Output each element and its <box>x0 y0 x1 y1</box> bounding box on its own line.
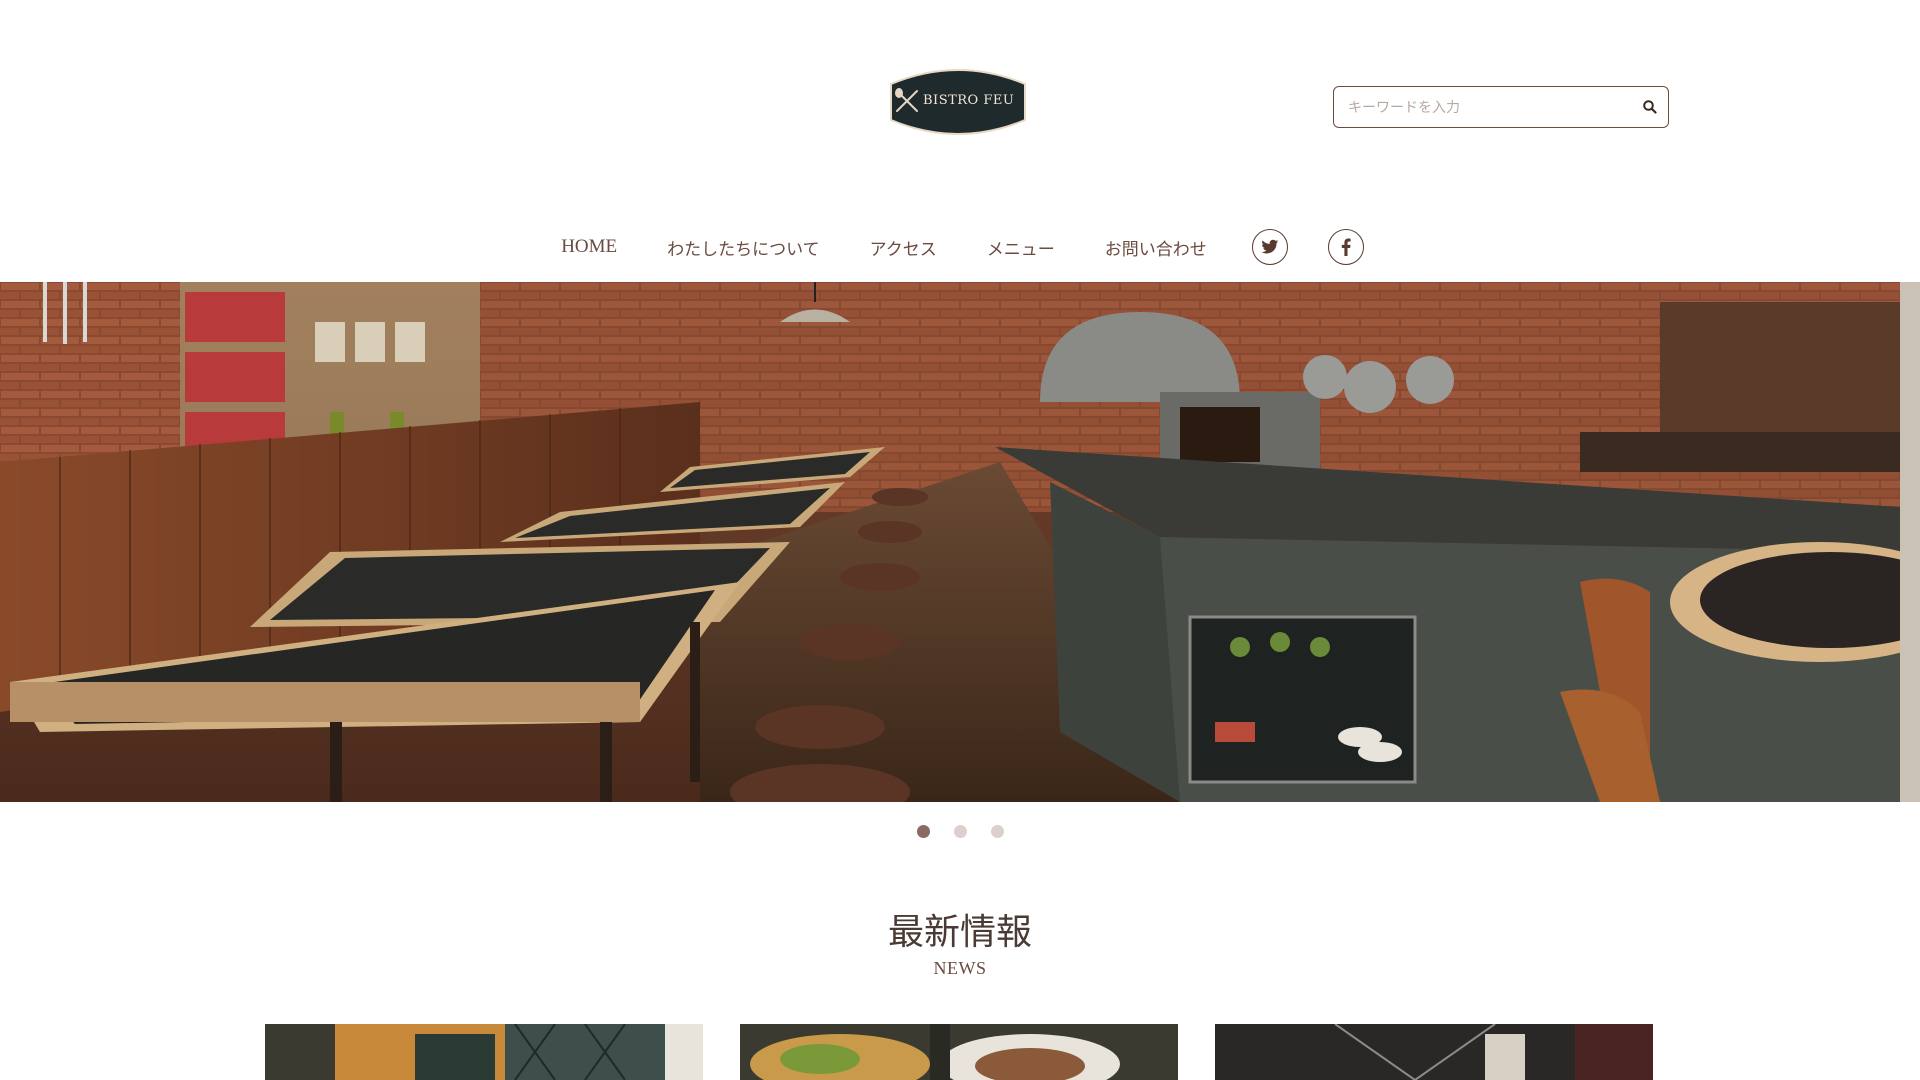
news-card-3-image <box>1215 1024 1653 1080</box>
news-card-2[interactable] <box>740 1024 1178 1080</box>
news-card-1-image <box>265 1024 703 1080</box>
main-nav: HOME わたしたちについて アクセス メニュー お問い合わせ <box>0 222 1920 272</box>
nav-item-home[interactable]: HOME <box>561 236 617 258</box>
bistro-interior-illustration <box>0 282 1900 802</box>
search-box <box>1333 86 1669 128</box>
nav-item-menu[interactable]: メニュー <box>987 235 1055 260</box>
twitter-icon <box>1261 239 1279 254</box>
twitter-link[interactable] <box>1251 229 1288 265</box>
next-slide-peek <box>1900 282 1920 802</box>
news-card-1[interactable] <box>265 1024 703 1080</box>
facebook-link[interactable] <box>1327 229 1364 265</box>
news-card-3[interactable] <box>1215 1024 1653 1080</box>
nav-item-contact[interactable]: お問い合わせ <box>1105 235 1207 260</box>
logo-text: BISTRO FEU <box>923 93 1015 108</box>
hero-slide-image <box>0 282 1900 802</box>
nav-item-about[interactable]: わたしたちについて <box>667 235 820 260</box>
carousel-dot-3[interactable] <box>990 825 1004 838</box>
news-card-2-image <box>740 1024 1178 1080</box>
carousel-dot-2[interactable] <box>953 825 967 838</box>
carousel-dot-1[interactable] <box>916 825 930 838</box>
facebook-icon <box>1341 238 1351 256</box>
nav-item-access[interactable]: アクセス <box>870 235 937 260</box>
news-subtitle: NEWS <box>933 958 987 978</box>
news-title: 最新情報 <box>887 912 1032 953</box>
search-icon[interactable] <box>1642 99 1658 115</box>
carousel-dots <box>0 825 1920 838</box>
search-input[interactable] <box>1346 96 1620 120</box>
site-logo[interactable]: BISTRO FEU <box>883 62 1033 142</box>
